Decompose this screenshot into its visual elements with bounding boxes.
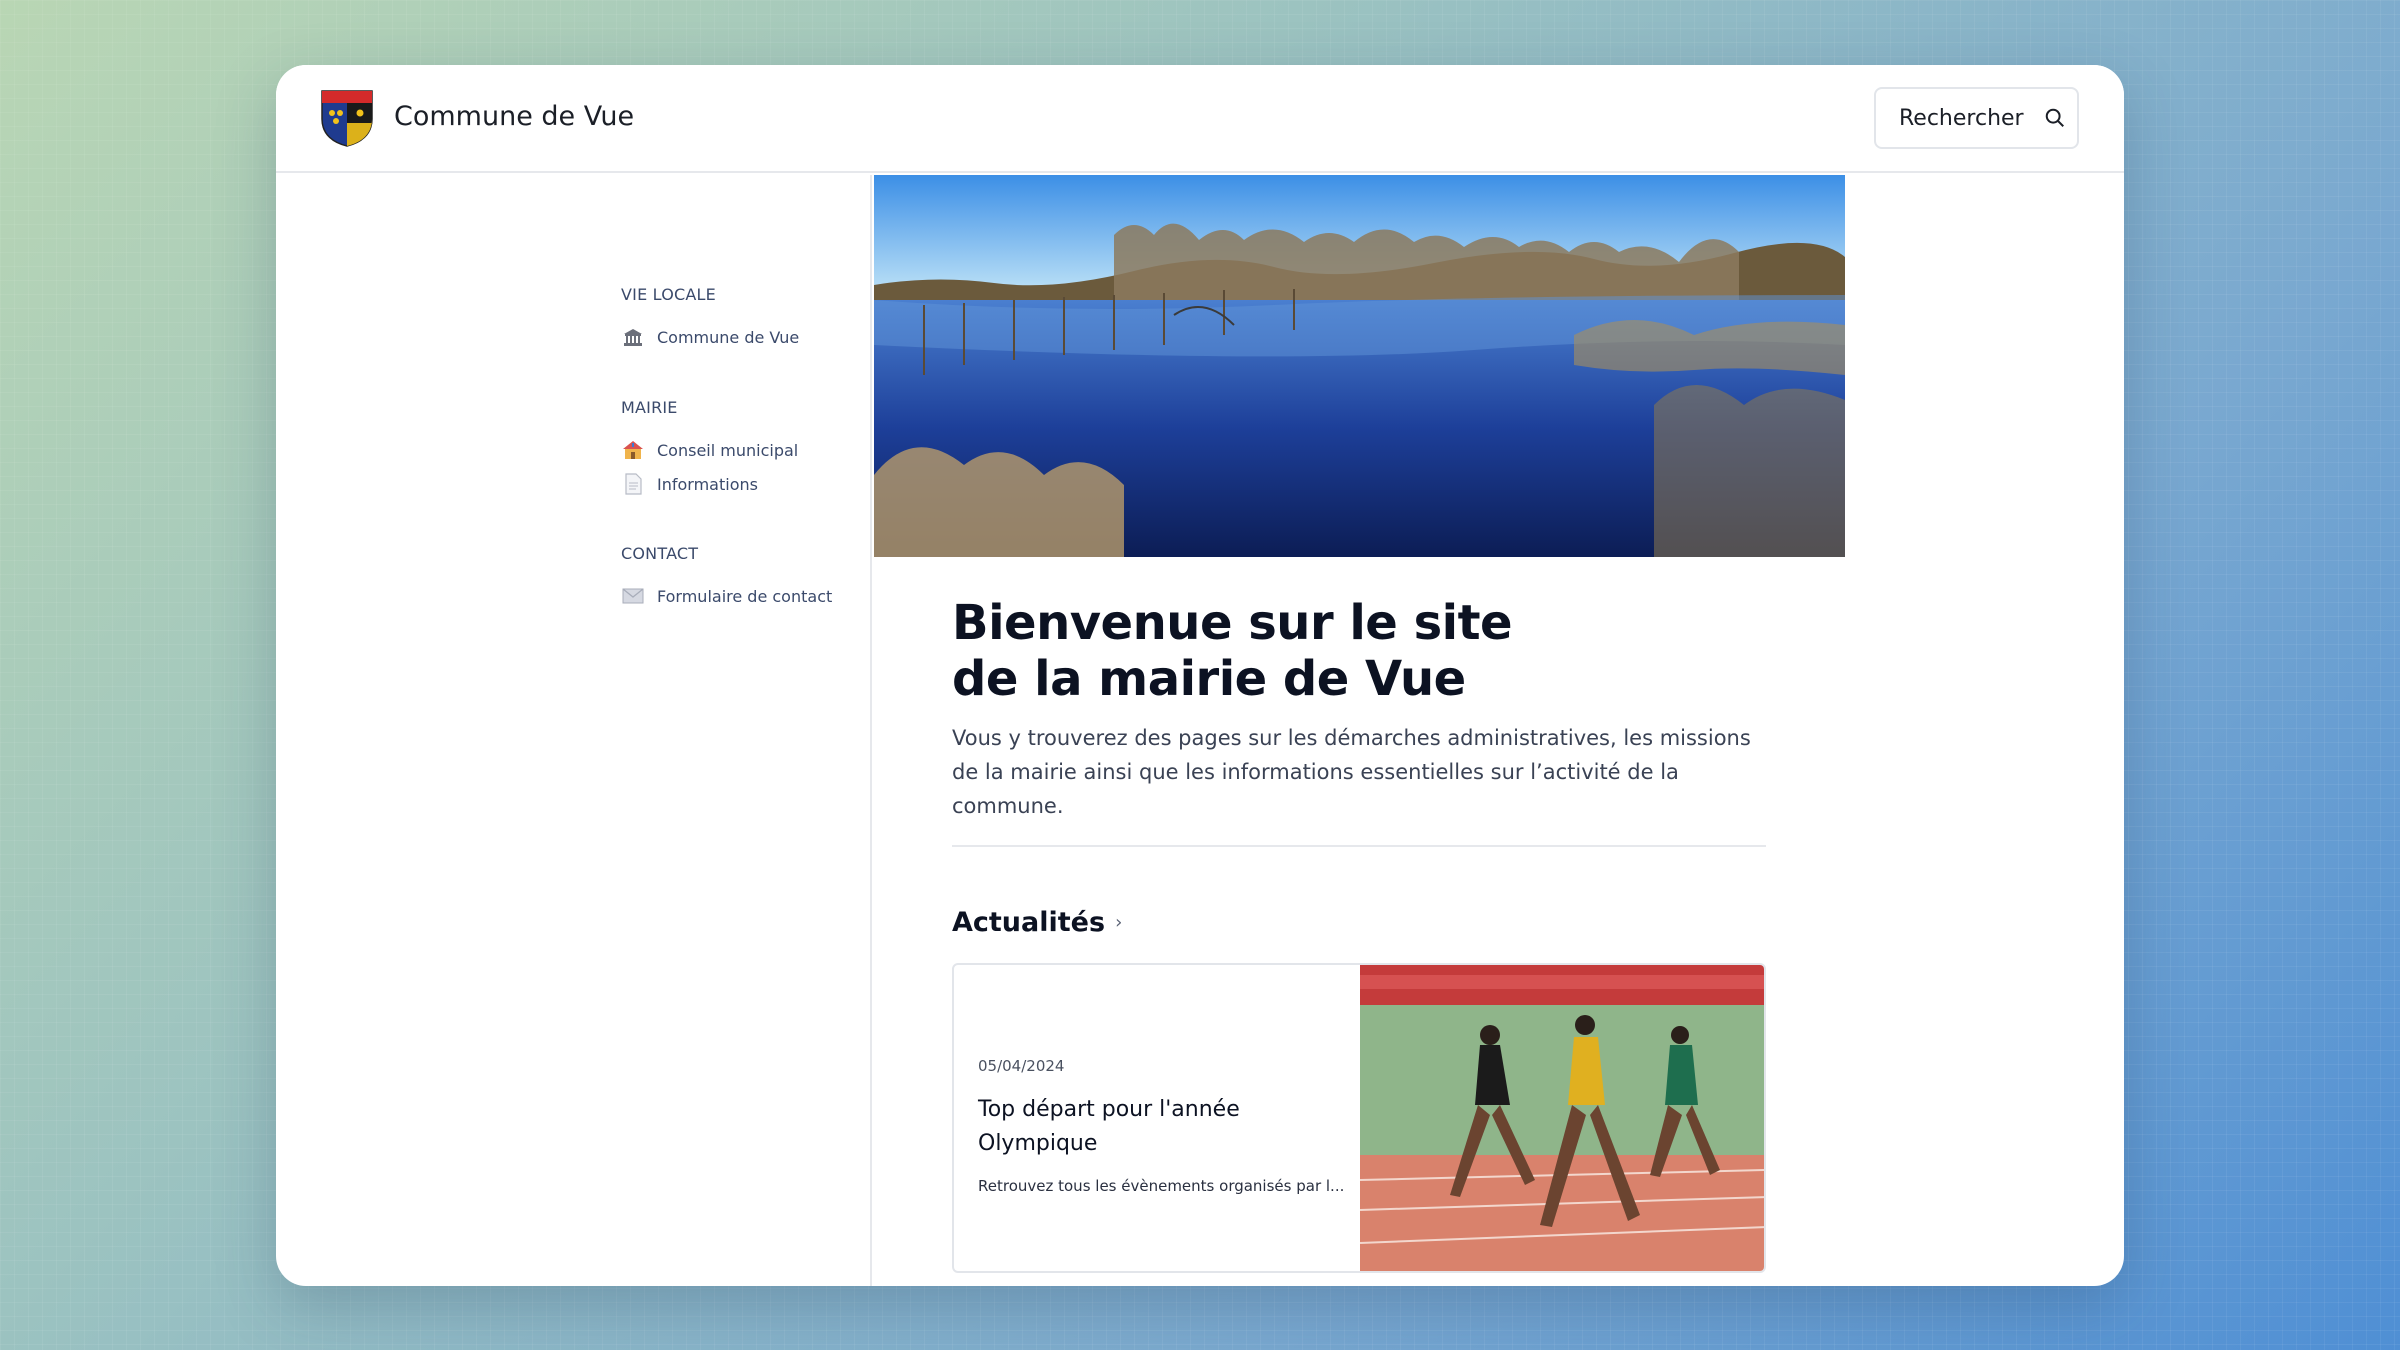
nav-heading: VIE LOCALE	[621, 285, 716, 304]
news-card[interactable]: 05/04/2024 Top départ pour l'année Olymp…	[952, 963, 1766, 1273]
sidebar-item-conseil-municipal[interactable]: Conseil municipal	[621, 433, 798, 467]
intro-text: Vous y trouverez des pages sur les démar…	[952, 726, 1751, 818]
news-heading-label: Actualités	[952, 907, 1106, 938]
document-icon	[621, 472, 645, 496]
hero-image	[874, 175, 1845, 557]
sidebar-item-label: Formulaire de contact	[657, 586, 833, 606]
news-section-link[interactable]: Actualités ›	[952, 907, 1122, 938]
nav-group-mairie: MAIRIE Conseil municipal Informations	[621, 398, 798, 501]
sidebar-nav: VIE LOCALE Commune de Vue MAIRIE Conseil…	[276, 175, 872, 1286]
news-title: Top départ pour l'année Olympique	[978, 1097, 1240, 1156]
sidebar-item-label: Commune de Vue	[657, 327, 800, 347]
headline-line-1: Bienvenue sur le site	[952, 595, 1513, 651]
nav-group-contact: CONTACT Formulaire de contact	[621, 544, 832, 613]
main-content: Bienvenue sur le site de la mairie de Vu…	[874, 175, 2124, 1286]
house-icon	[621, 438, 645, 462]
coat-of-arms-icon[interactable]	[320, 89, 374, 147]
building-icon	[621, 325, 645, 349]
search-icon	[2045, 108, 2064, 127]
search-button[interactable]: Rechercher	[1874, 87, 2079, 149]
sidebar-item-commune-de-vue[interactable]: Commune de Vue	[621, 320, 799, 354]
news-card-text: 05/04/2024 Top départ pour l'année Olymp…	[978, 1057, 1348, 1195]
nav-heading: CONTACT	[621, 544, 699, 563]
site-title[interactable]: Commune de Vue	[394, 101, 634, 132]
nav-group-vie-locale: VIE LOCALE Commune de Vue	[621, 285, 799, 354]
site-header: Commune de Vue Rechercher	[276, 65, 2124, 173]
news-excerpt: Retrouvez tous les évènements organisés …	[978, 1177, 1345, 1195]
browser-window: Commune de Vue Rechercher VIE LOCALE Com…	[276, 65, 2124, 1286]
sidebar-item-label: Conseil municipal	[657, 440, 799, 460]
divider	[952, 845, 1766, 847]
sidebar-item-label: Informations	[657, 474, 758, 494]
envelope-icon	[621, 584, 645, 608]
news-date: 05/04/2024	[978, 1057, 1065, 1075]
search-label: Rechercher	[1899, 105, 2024, 131]
sidebar-item-formulaire-de-contact[interactable]: Formulaire de contact	[621, 579, 832, 613]
chevron-right-icon: ›	[1115, 912, 1123, 933]
news-image	[1360, 965, 1764, 1271]
sidebar-item-informations[interactable]: Informations	[621, 467, 798, 501]
page-title: Bienvenue sur le site de la mairie de Vu…	[952, 595, 1852, 707]
nav-heading: MAIRIE	[621, 398, 678, 417]
headline-line-2: de la mairie de Vue	[952, 651, 1466, 707]
